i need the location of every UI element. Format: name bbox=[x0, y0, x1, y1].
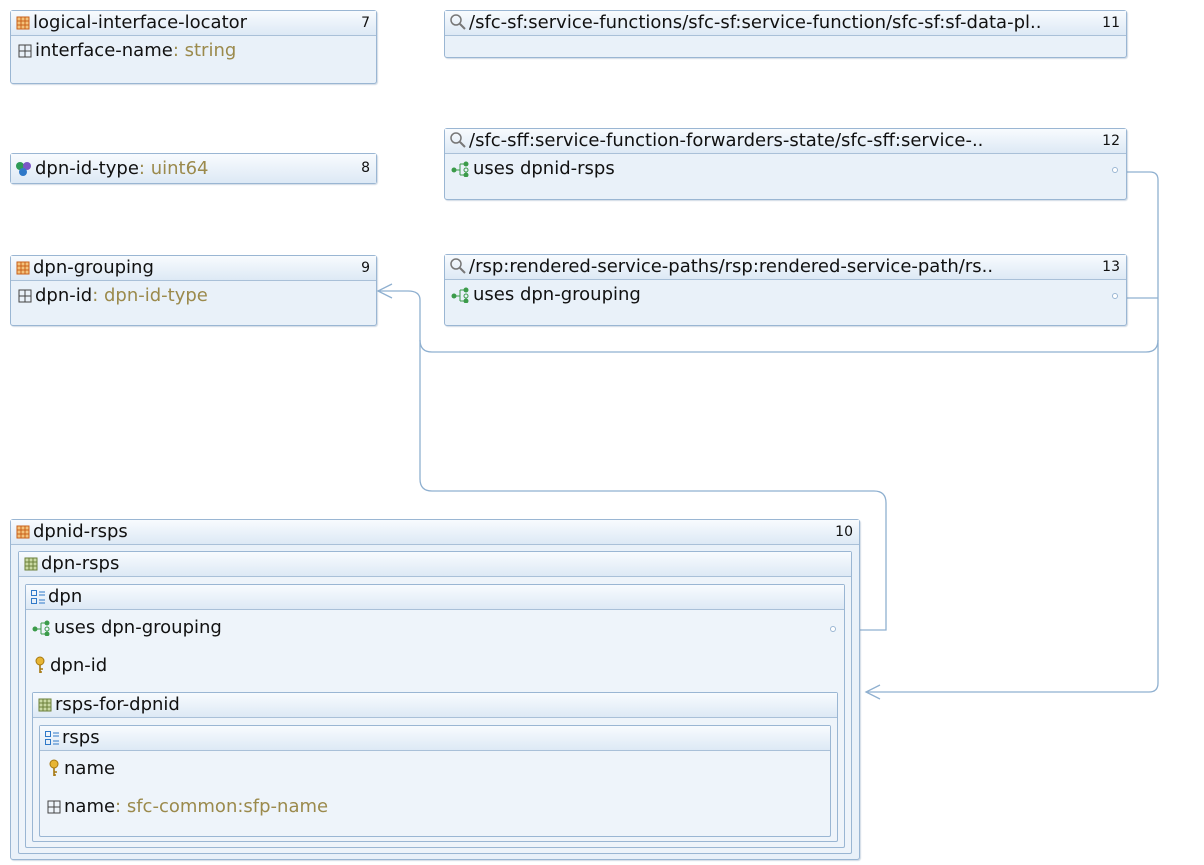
list-dpn[interactable]: dpn uses dpn-grouping dpn-id rsps-for-dp… bbox=[25, 584, 845, 848]
grouping-box-10[interactable]: dpnid-rsps 10 dpn-rsps dpn uses dpn-grou… bbox=[10, 519, 860, 860]
connector-port[interactable] bbox=[1112, 167, 1118, 173]
wire-12-to-10 bbox=[866, 171, 1159, 693]
container-title: dpn-rsps bbox=[41, 553, 120, 574]
list-icon bbox=[31, 590, 45, 604]
box-title: logical-interface-locator bbox=[33, 12, 248, 33]
box-title: dpn-id-type bbox=[35, 158, 139, 179]
container-dpn-rsps[interactable]: dpn-rsps dpn uses dpn-grouping dpn-id rs… bbox=[18, 551, 852, 854]
box-header: logical-interface-locator 7 bbox=[11, 11, 376, 36]
key-icon bbox=[35, 656, 45, 673]
box-number: 7 bbox=[361, 15, 370, 31]
key-row[interactable]: name bbox=[40, 754, 830, 784]
leaf-name: dpn-id bbox=[35, 285, 93, 306]
typedef-type: uint64 bbox=[150, 158, 209, 179]
container-header: dpn-rsps bbox=[19, 552, 851, 577]
connector-port[interactable] bbox=[830, 626, 836, 632]
box-number: 11 bbox=[1102, 15, 1120, 31]
box-number: 13 bbox=[1102, 259, 1120, 275]
box-title: /sfc-sf:service-functions/sfc-sf:service… bbox=[469, 12, 1042, 33]
leaf-icon bbox=[18, 289, 32, 303]
uses-row[interactable]: uses dpn-grouping bbox=[445, 280, 1126, 310]
leaf-type: dpn-id-type bbox=[103, 285, 208, 306]
augment-box-13[interactable]: /rsp:rendered-service-paths/rsp:rendered… bbox=[444, 254, 1127, 326]
leaf-type: sfc-common:sfp-name bbox=[126, 796, 329, 817]
box-title: /rsp:rendered-service-paths/rsp:rendered… bbox=[469, 256, 994, 277]
uses-icon bbox=[32, 620, 50, 636]
augment-box-12[interactable]: /sfc-sff:service-function-forwarders-sta… bbox=[444, 128, 1127, 200]
search-icon bbox=[450, 258, 466, 274]
box-title: dpn-grouping bbox=[33, 257, 154, 278]
uses-label: uses dpnid-rsps bbox=[473, 158, 615, 179]
uses-label: uses dpn-grouping bbox=[54, 617, 222, 638]
uses-icon bbox=[451, 161, 469, 177]
key-row[interactable]: dpn-id bbox=[26, 651, 844, 681]
list-icon bbox=[45, 731, 59, 745]
connector-port[interactable] bbox=[1112, 293, 1118, 299]
box-header: dpnid-rsps 10 bbox=[11, 520, 859, 545]
leaf-icon bbox=[18, 44, 32, 58]
leaf-name: interface-name bbox=[35, 40, 173, 61]
container-title: rsps-for-dpnid bbox=[55, 694, 180, 715]
leaf-row[interactable]: interface-name: string bbox=[11, 36, 376, 66]
leaf-type: string bbox=[184, 40, 237, 61]
uses-row[interactable]: uses dpnid-rsps bbox=[445, 154, 1126, 184]
box-header: dpn-grouping 9 bbox=[11, 256, 376, 281]
typedef-icon bbox=[16, 162, 31, 176]
container-icon bbox=[38, 698, 52, 712]
uses-icon bbox=[451, 287, 469, 303]
leaf-row[interactable]: name: sfc-common:sfp-name bbox=[40, 792, 830, 822]
leaf-icon bbox=[47, 800, 61, 814]
grouping-box-9[interactable]: dpn-grouping 9 dpn-id: dpn-id-type bbox=[10, 255, 377, 326]
container-header: rsps-for-dpnid bbox=[33, 693, 837, 718]
augment-box-11[interactable]: /sfc-sf:service-functions/sfc-sf:service… bbox=[444, 10, 1127, 58]
uses-row[interactable]: uses dpn-grouping bbox=[26, 613, 844, 643]
container-rsps-for-dpnid[interactable]: rsps-for-dpnid rsps name name: sfc-commo… bbox=[32, 692, 838, 842]
box-number: 8 bbox=[361, 160, 370, 176]
grouping-icon bbox=[16, 525, 30, 539]
box-number: 12 bbox=[1102, 133, 1120, 149]
list-title: rsps bbox=[62, 727, 100, 748]
key-name: dpn-id bbox=[50, 655, 108, 676]
box-number: 10 bbox=[835, 524, 853, 540]
box-header: /sfc-sff:service-function-forwarders-sta… bbox=[445, 129, 1126, 154]
box-header: /rsp:rendered-service-paths/rsp:rendered… bbox=[445, 255, 1126, 280]
list-title: dpn bbox=[48, 586, 83, 607]
leaf-name: name bbox=[64, 796, 116, 817]
search-icon bbox=[450, 132, 466, 148]
box-title: /sfc-sff:service-function-forwarders-sta… bbox=[469, 130, 984, 151]
leaf-row[interactable]: dpn-id: dpn-id-type bbox=[11, 281, 376, 311]
container-icon bbox=[24, 557, 38, 571]
key-name: name bbox=[64, 758, 116, 779]
list-header: dpn bbox=[26, 585, 844, 610]
leaf-sep: : bbox=[115, 796, 127, 817]
arrow-to-9 bbox=[376, 283, 393, 299]
grouping-box-7[interactable]: logical-interface-locator 7 interface-na… bbox=[10, 10, 377, 84]
arrow-to-10 bbox=[864, 684, 881, 700]
typedef-sep: : bbox=[138, 158, 151, 179]
leaf-sep: : bbox=[172, 40, 185, 61]
list-header: rsps bbox=[40, 726, 830, 751]
typedef-box-8[interactable]: dpn-id-type: uint64 8 bbox=[10, 153, 377, 184]
search-icon bbox=[450, 14, 466, 30]
grouping-icon bbox=[16, 16, 30, 30]
box-header: /sfc-sf:service-functions/sfc-sf:service… bbox=[445, 11, 1126, 36]
list-rsps[interactable]: rsps name name: sfc-common:sfp-name bbox=[39, 725, 831, 837]
uses-label: uses dpn-grouping bbox=[473, 284, 641, 305]
box-title: dpnid-rsps bbox=[33, 521, 128, 542]
box-number: 9 bbox=[361, 260, 370, 276]
leaf-sep: : bbox=[92, 285, 104, 306]
key-icon bbox=[49, 759, 59, 776]
box-header: dpn-id-type: uint64 8 bbox=[11, 154, 376, 183]
grouping-icon bbox=[16, 261, 30, 275]
